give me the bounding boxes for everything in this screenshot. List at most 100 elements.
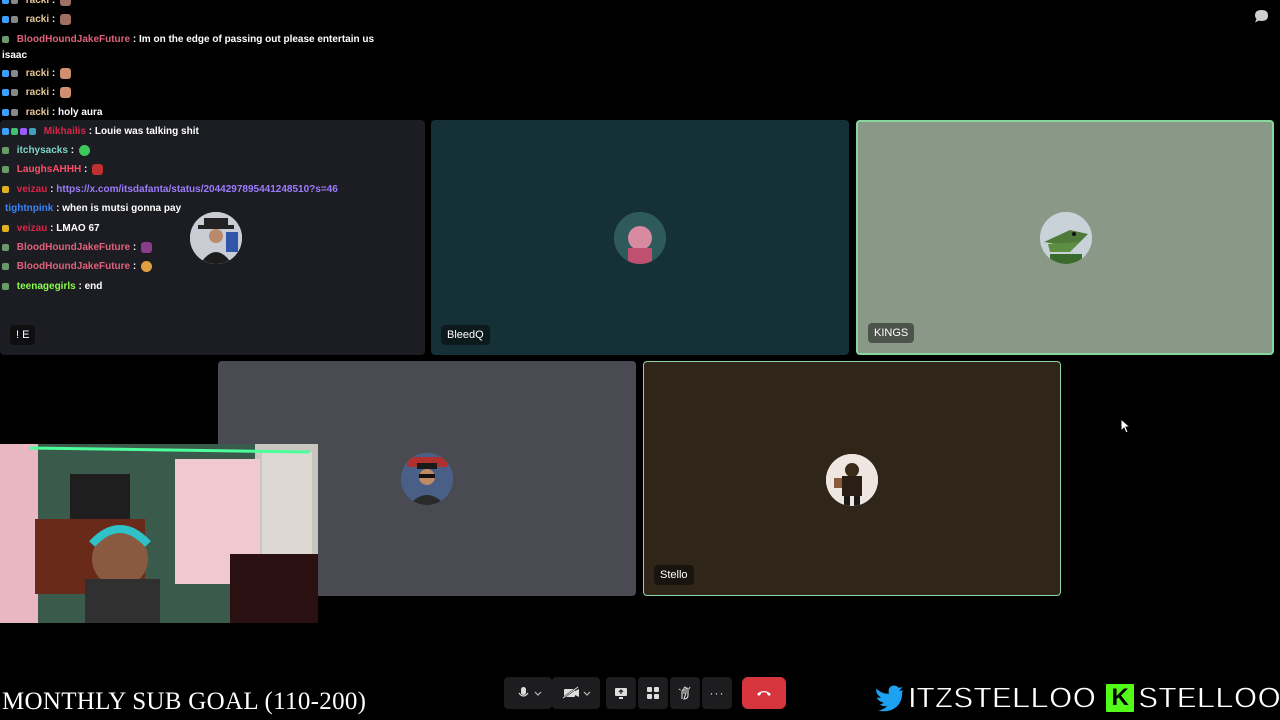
chat-username: racki xyxy=(25,68,50,79)
chat-username: itchysacks xyxy=(16,145,68,156)
chat-message: itchysacks : xyxy=(2,144,90,158)
participant-name: BleedQ xyxy=(441,325,490,345)
reactions-button[interactable] xyxy=(670,677,700,709)
badge-icon xyxy=(2,69,9,77)
microphone-icon xyxy=(518,687,542,697)
participant-avatar xyxy=(826,454,878,506)
sub-goal-text: MONTHLY SUB GOAL (110-200) xyxy=(2,688,367,715)
chat-username: BloodHoundJakeFuture xyxy=(16,242,131,253)
badge-icon xyxy=(11,15,18,23)
chat-text: LMAO 67 xyxy=(56,223,100,234)
chat-message: racki : xyxy=(2,67,72,81)
chat-message: racki : xyxy=(2,0,72,8)
chat-username: BloodHoundJakeFuture xyxy=(16,261,131,272)
avatar-image xyxy=(614,212,666,264)
badge-icon xyxy=(2,35,9,43)
share-screen-button[interactable] xyxy=(606,677,636,709)
participant-tile-bleedq[interactable]: BleedQ xyxy=(431,120,849,355)
chat-message: veizau : https://x.com/itsdafanta/status… xyxy=(2,183,338,197)
participant-name: KINGS xyxy=(868,323,915,343)
grid-icon xyxy=(647,687,659,699)
chat-message: racki : holy aura xyxy=(2,106,103,120)
participant-avatar xyxy=(401,453,453,505)
chat-message: BloodHoundJakeFuture : xyxy=(2,260,153,274)
emote-icon xyxy=(60,86,72,98)
badge-icon xyxy=(2,165,9,173)
chat-bubble-icon[interactable] xyxy=(1254,9,1269,24)
avatar-image xyxy=(190,212,242,264)
social-handles: ITZSTELLOO K STELLOOO xyxy=(874,679,1280,716)
badge-icon xyxy=(2,108,9,116)
chat-username: racki xyxy=(25,14,50,25)
badge-icon xyxy=(2,0,9,4)
avatar-image xyxy=(826,454,878,506)
chat-text: when is mutsi gonna pay xyxy=(62,203,182,214)
emote-icon xyxy=(60,0,72,6)
avatar-image xyxy=(401,453,453,505)
chat-text: Im on the edge of passing out please ent… xyxy=(139,34,375,45)
badge-icon xyxy=(2,224,9,232)
emote-icon xyxy=(60,13,72,25)
badge-icon xyxy=(2,127,9,135)
badge-icon xyxy=(2,146,9,154)
chat-username: racki xyxy=(25,0,50,6)
chat-text: holy aura xyxy=(58,107,103,118)
badge-icon xyxy=(2,243,9,251)
badge-icon xyxy=(11,69,18,77)
more-options-button[interactable]: ··· xyxy=(702,677,732,709)
chat-message: isaac xyxy=(2,49,27,63)
participant-name: Stello xyxy=(654,565,694,585)
reactions-icon xyxy=(678,686,691,700)
chat-link[interactable]: https://x.com/itsdafanta/status/20442978… xyxy=(56,184,338,195)
emote-icon xyxy=(92,163,104,175)
chat-message: LaughsAHHH : xyxy=(2,163,104,177)
camera-button[interactable] xyxy=(552,677,600,709)
chat-text: isaac xyxy=(2,50,28,61)
participant-tile-stello[interactable]: Stello xyxy=(643,361,1061,596)
apps-button[interactable] xyxy=(638,677,668,709)
chat-message: tightnpink : when is mutsi gonna pay xyxy=(5,203,182,214)
camera-off-icon xyxy=(562,686,591,699)
phone-hangup-icon xyxy=(757,691,771,696)
badge-icon xyxy=(11,0,18,4)
badge-icon xyxy=(2,185,9,193)
participant-avatar xyxy=(1040,212,1092,264)
chat-username: veizau xyxy=(16,184,48,195)
badge-icon xyxy=(2,88,9,96)
webcam-image xyxy=(0,444,318,623)
leave-call-button[interactable] xyxy=(742,677,786,709)
chat-text: Louie was talking shit xyxy=(94,126,199,137)
screen-share-icon xyxy=(615,688,627,699)
participant-tile-kings[interactable]: KINGS xyxy=(856,120,1274,355)
badge-icon xyxy=(29,127,36,135)
chat-username: BloodHoundJakeFuture xyxy=(16,34,131,45)
chat-message: teenagegirls : end xyxy=(2,280,102,294)
chat-message: BloodHoundJakeFuture : Im on the edge of… xyxy=(2,33,374,47)
badge-icon xyxy=(11,127,18,135)
badge-icon xyxy=(11,108,18,116)
avatar-image xyxy=(1040,212,1092,264)
badge-icon xyxy=(20,127,27,135)
emote-icon xyxy=(141,241,153,253)
emote-icon xyxy=(141,260,153,272)
participant-avatar xyxy=(190,212,242,264)
mouse-cursor-icon xyxy=(1120,418,1130,434)
streamer-webcam xyxy=(0,444,318,623)
chat-message: racki : xyxy=(2,86,72,100)
microphone-button[interactable] xyxy=(504,677,552,709)
chat-username: LaughsAHHH xyxy=(16,164,82,175)
chat-message: BloodHoundJakeFuture : xyxy=(2,241,153,255)
chat-message: racki : xyxy=(2,13,72,27)
badge-icon xyxy=(11,88,18,96)
twitter-icon xyxy=(874,683,908,713)
chat-message: veizau : LMAO 67 xyxy=(2,222,100,236)
emote-icon xyxy=(60,67,72,79)
chat-message: Mikhailis : Louie was talking shit xyxy=(2,125,199,139)
badge-icon xyxy=(2,282,9,290)
chat-username: veizau xyxy=(16,223,48,234)
badge-icon xyxy=(2,262,9,270)
chat-text: end xyxy=(84,281,103,292)
chat-username: racki xyxy=(25,107,50,118)
chat-username: teenagegirls xyxy=(16,281,76,292)
chat-username: tightnpink xyxy=(5,203,54,214)
